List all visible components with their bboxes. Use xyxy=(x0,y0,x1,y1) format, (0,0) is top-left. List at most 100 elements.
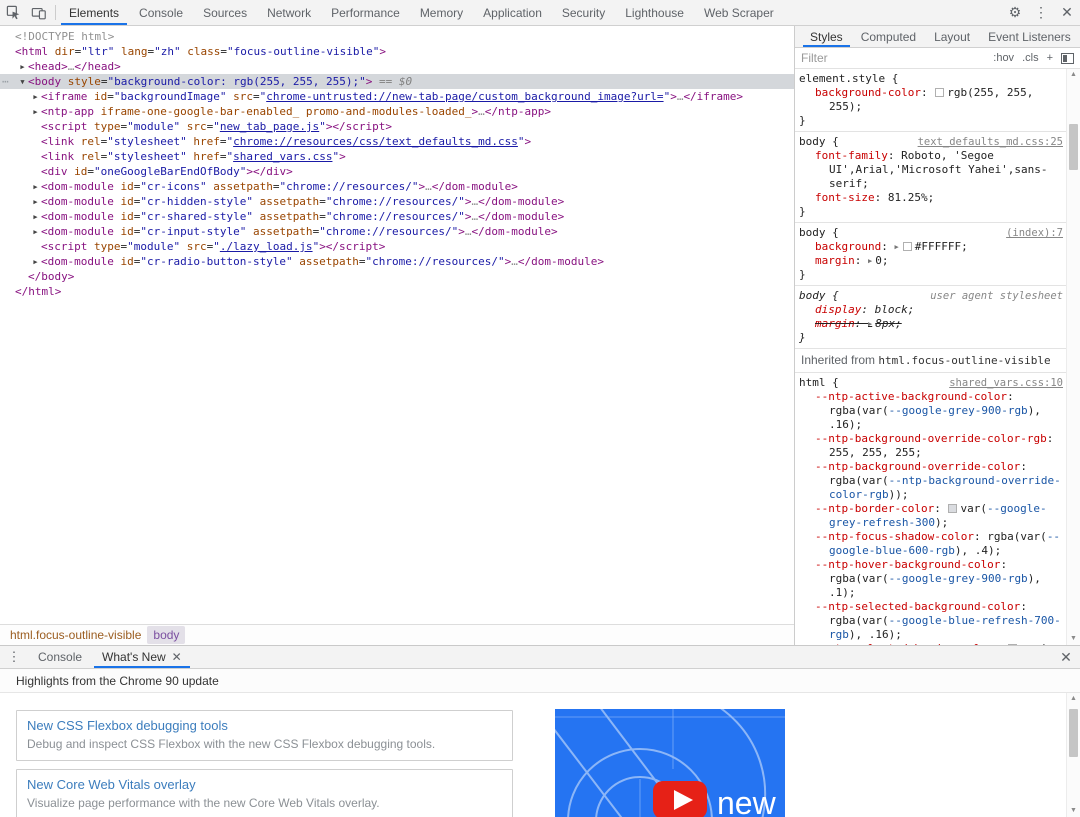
css-declaration[interactable]: font-family: Roboto, 'Segoe UI',Arial,'M… xyxy=(799,149,1063,191)
drawer-kebab-icon[interactable]: ⋮ xyxy=(0,646,28,668)
color-swatch[interactable] xyxy=(948,504,957,513)
drawer-scrollbar[interactable]: ▲ ▼ xyxy=(1066,693,1080,817)
rule-selector[interactable]: body { xyxy=(799,226,839,240)
scroll-up-icon[interactable]: ▲ xyxy=(1067,693,1080,705)
expand-arrow-icon[interactable]: ▶ xyxy=(17,60,28,74)
expand-value-icon[interactable]: ▶ xyxy=(868,320,872,328)
dom-tree-line[interactable]: ▶<dom-module id="cr-hidden-style" assetp… xyxy=(0,194,794,209)
css-declaration[interactable]: --ntp-selected-background-color: rgba(va… xyxy=(799,600,1063,642)
whats-new-video-thumbnail[interactable]: new xyxy=(555,709,785,817)
expand-value-icon[interactable]: ▶ xyxy=(894,243,898,251)
dom-tree-line[interactable]: </body> xyxy=(0,269,794,284)
drawer-tab-console[interactable]: Console xyxy=(28,646,92,668)
inspect-element-icon[interactable] xyxy=(0,0,26,25)
sidebar-tab-layout[interactable]: Layout xyxy=(925,26,979,47)
expand-arrow-icon[interactable]: ▶ xyxy=(30,180,41,194)
dom-tree-line[interactable]: ▶<head>…</head> xyxy=(0,59,794,74)
tab-elements[interactable]: Elements xyxy=(59,0,129,25)
rule-selector[interactable]: body { xyxy=(799,135,839,149)
collapse-arrow-icon[interactable]: ▼ xyxy=(17,75,28,89)
expand-arrow-icon[interactable]: ▶ xyxy=(30,255,41,269)
css-declaration[interactable]: --ntp-background-override-color: rgba(va… xyxy=(799,460,1063,502)
css-declaration[interactable]: font-size: 81.25%; xyxy=(799,191,1063,205)
tab-web-scraper[interactable]: Web Scraper xyxy=(694,0,784,25)
dom-tree-line[interactable]: <script type="module" src="./lazy_load.j… xyxy=(0,239,794,254)
dom-tree-line[interactable]: ▶<iframe id="backgroundImage" src="chrom… xyxy=(0,89,794,104)
settings-gear-icon[interactable]: ⚙ xyxy=(1002,0,1028,25)
dom-tree-line[interactable]: <script type="module" src="new_tab_page.… xyxy=(0,119,794,134)
rule-selector[interactable]: element.style { xyxy=(799,72,898,86)
scrollbar-thumb[interactable] xyxy=(1069,709,1078,757)
dom-tree-line[interactable]: ▶<dom-module id="cr-radio-button-style" … xyxy=(0,254,794,269)
device-toolbar-icon[interactable] xyxy=(26,0,52,25)
css-declaration[interactable]: background-color: rgb(255, 255, 255); xyxy=(799,86,1063,114)
dom-tree-line[interactable]: ▶<dom-module id="cr-input-style" assetpa… xyxy=(0,224,794,239)
dom-tree-line[interactable]: <link rel="stylesheet" href="chrome://re… xyxy=(0,134,794,149)
whats-new-card[interactable]: New CSS Flexbox debugging toolsDebug and… xyxy=(16,710,513,761)
css-declaration[interactable]: --ntp-active-background-color: rgba(var(… xyxy=(799,390,1063,432)
color-swatch[interactable] xyxy=(1008,644,1017,645)
styles-toolbar-cls[interactable]: .cls xyxy=(1022,52,1039,64)
card-title-link[interactable]: New CSS Flexbox debugging tools xyxy=(27,718,502,733)
dom-tree-line[interactable]: <div id="oneGoogleBarEndOfBody"></div> xyxy=(0,164,794,179)
dom-tree-line[interactable]: <!DOCTYPE html> xyxy=(0,29,794,44)
css-declaration[interactable]: --ntp-background-override-color-rgb: 255… xyxy=(799,432,1063,460)
color-swatch[interactable] xyxy=(935,88,944,97)
styles-toolbar-hov[interactable]: :hov xyxy=(993,52,1014,64)
expand-arrow-icon[interactable]: ▶ xyxy=(30,105,41,119)
scroll-up-icon[interactable]: ▲ xyxy=(1067,69,1080,81)
close-devtools-icon[interactable]: ✕ xyxy=(1054,0,1080,25)
card-title-link[interactable]: New Core Web Vitals overlay xyxy=(27,777,502,792)
scrollbar-thumb[interactable] xyxy=(1069,124,1078,170)
css-declaration[interactable]: --ntp-border-color: var(--google-grey-re… xyxy=(799,502,1063,530)
expand-value-icon[interactable]: ▶ xyxy=(868,257,872,265)
whats-new-card[interactable]: New Core Web Vitals overlayVisualize pag… xyxy=(16,769,513,817)
css-declaration[interactable]: --ntp-focus-shadow-color: rgba(var(--goo… xyxy=(799,530,1063,558)
crumb-html-focus-outline-visible[interactable]: html.focus-outline-visible xyxy=(4,626,147,644)
rule-source-link[interactable]: text_defaults_md.css:25 xyxy=(918,135,1063,149)
css-declaration[interactable]: --ntp-hover-background-color: rgba(var(-… xyxy=(799,558,1063,600)
tab-sources[interactable]: Sources xyxy=(193,0,257,25)
css-declaration[interactable]: margin: ▶8px; xyxy=(799,317,1063,331)
expand-arrow-icon[interactable]: ▶ xyxy=(30,210,41,224)
css-declaration[interactable]: background: ▶#FFFFFF; xyxy=(799,240,1063,254)
close-tab-icon[interactable]: ✕ xyxy=(172,650,182,664)
expand-arrow-icon[interactable]: ▶ xyxy=(30,225,41,239)
dom-tree-line[interactable]: <html dir="ltr" lang="zh" class="focus-o… xyxy=(0,44,794,59)
styles-filter-input[interactable] xyxy=(801,51,987,65)
sidebar-tab-computed[interactable]: Computed xyxy=(852,26,925,47)
drawer-tab-what-s-new[interactable]: What's New✕ xyxy=(92,646,192,668)
styles-scrollbar[interactable]: ▲ ▼ xyxy=(1066,69,1080,645)
rule-selector[interactable]: html { xyxy=(799,376,839,390)
rule-source-link[interactable]: (index):7 xyxy=(1006,226,1063,240)
tab-memory[interactable]: Memory xyxy=(410,0,473,25)
toggle-element-state-icon[interactable] xyxy=(1061,53,1074,64)
expand-arrow-icon[interactable]: ▶ xyxy=(30,195,41,209)
dom-tree-line[interactable]: ⋯▼<body style="background-color: rgb(255… xyxy=(0,74,794,89)
css-declaration[interactable]: --ntp-selected-border-color: var(--googl… xyxy=(799,642,1063,645)
rule-source-link[interactable]: shared_vars.css:10 xyxy=(949,376,1063,390)
inherited-node-link[interactable]: html.focus-outline-visible xyxy=(878,354,1050,367)
rule-selector[interactable]: body { xyxy=(799,289,839,303)
tab-lighthouse[interactable]: Lighthouse xyxy=(615,0,694,25)
styles-toolbar-[interactable]: + xyxy=(1047,52,1053,64)
dom-tree-line[interactable]: <link rel="stylesheet" href="shared_vars… xyxy=(0,149,794,164)
dom-tree-line[interactable]: ▶<ntp-app iframe-one-google-bar-enabled_… xyxy=(0,104,794,119)
expand-arrow-icon[interactable]: ▶ xyxy=(30,90,41,104)
tab-performance[interactable]: Performance xyxy=(321,0,410,25)
tab-security[interactable]: Security xyxy=(552,0,615,25)
dom-tree-line[interactable]: ▶<dom-module id="cr-shared-style" assetp… xyxy=(0,209,794,224)
css-declaration[interactable]: display: block; xyxy=(799,303,1063,317)
dom-tree-line[interactable]: ▶<dom-module id="cr-icons" assetpath="ch… xyxy=(0,179,794,194)
css-declaration[interactable]: margin: ▶0; xyxy=(799,254,1063,268)
dom-tree-line[interactable]: </html> xyxy=(0,284,794,299)
sidebar-tab-event-listeners[interactable]: Event Listeners xyxy=(979,26,1080,47)
scroll-down-icon[interactable]: ▼ xyxy=(1067,805,1080,817)
close-drawer-icon[interactable]: ✕ xyxy=(1052,646,1080,668)
scroll-down-icon[interactable]: ▼ xyxy=(1067,633,1080,645)
tab-console[interactable]: Console xyxy=(129,0,193,25)
tab-application[interactable]: Application xyxy=(473,0,552,25)
crumb-body[interactable]: body xyxy=(147,626,185,644)
tab-network[interactable]: Network xyxy=(257,0,321,25)
sidebar-tab-styles[interactable]: Styles xyxy=(801,26,852,47)
